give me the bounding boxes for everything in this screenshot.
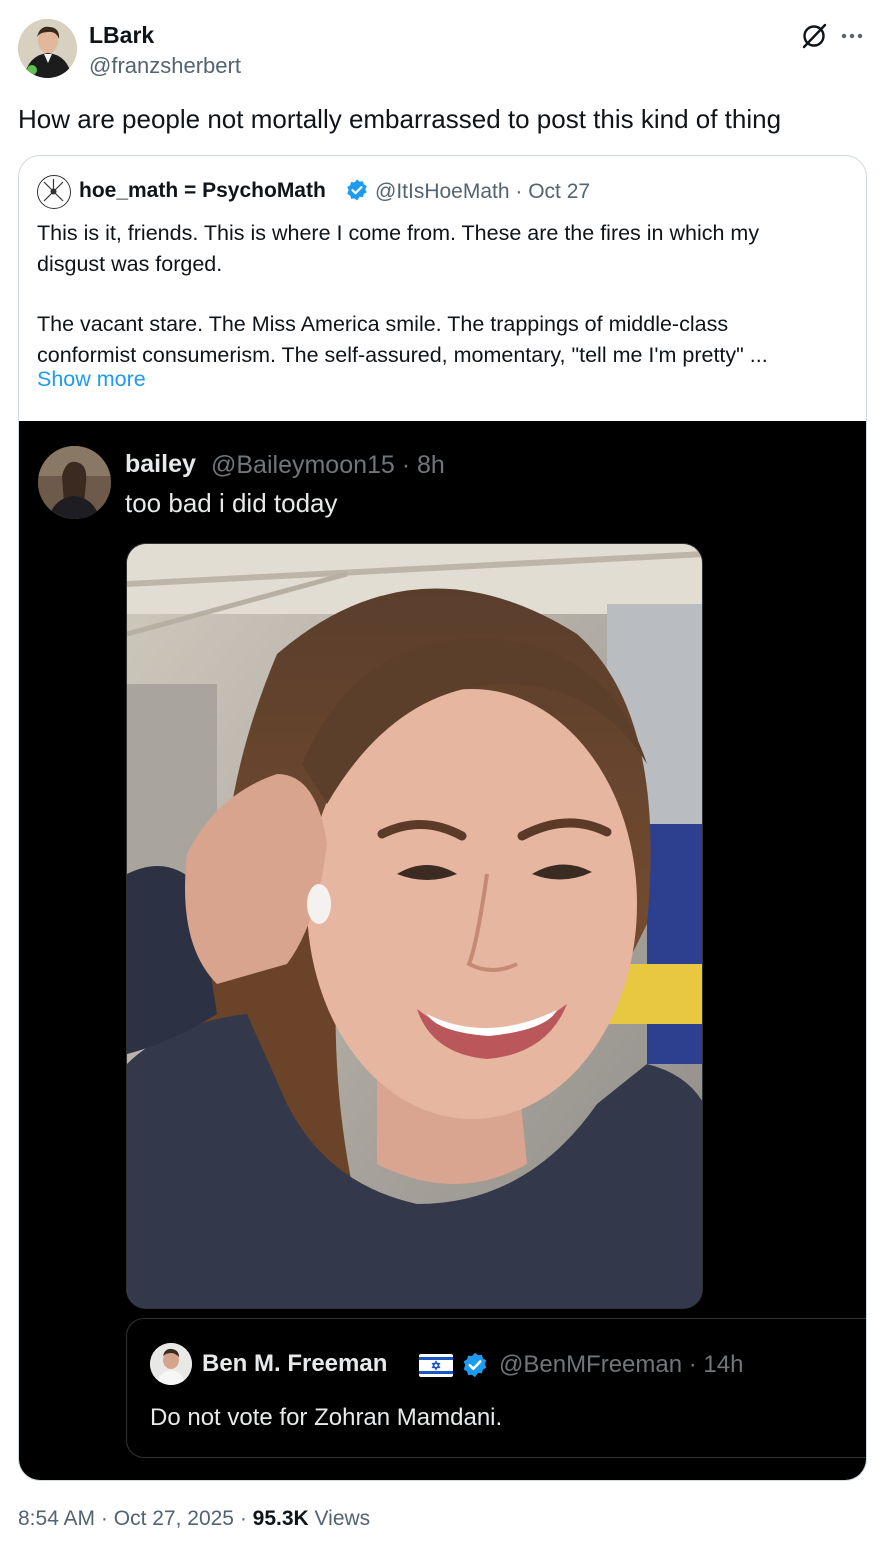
author-avatar-image [18,19,77,78]
tweet-time[interactable]: 8:54 AM [18,1507,95,1530]
tweet-metadata: 8:54 AM · Oct 27, 2025 · 95.3K Views [18,1507,370,1531]
inner-author-avatar [150,1343,192,1385]
quoted-tweet-body: This is it, friends. This is where I com… [37,218,837,370]
embed-inner-quote: Ben M. Freeman @BenMFreeman · 14h Do not… [126,1318,866,1458]
quoted-line-2: disgust was forged. [37,251,223,276]
embed-author-avatar [38,446,111,519]
tweet-text: How are people not mortally embarrassed … [18,104,782,134]
author-handle[interactable]: @franzsherbert [89,53,241,79]
quoted-media-screenshot[interactable]: bailey @Baileymoon15 · 8h too bad i did … [19,421,866,1480]
selfie-photo [126,543,703,1309]
embed-tweet-text: too bad i did today [125,488,338,518]
show-more-link[interactable]: Show more [37,367,146,392]
author-avatar[interactable] [18,19,77,78]
quoted-author-name[interactable]: hoe_math = PsychoMath [79,179,326,203]
views-label: Views [308,1507,371,1530]
quoted-author-avatar[interactable] [37,175,71,209]
inner-avatar-image [150,1343,192,1385]
inner-author-name: Ben M. Freeman [202,1350,388,1377]
quoted-handle-date[interactable]: @ItIsHoeMath · Oct 27 [375,180,590,204]
separator-dot: · [233,1507,253,1530]
quoted-line-4: conformist consumerism. The self-assured… [37,342,768,367]
more-dots-icon[interactable] [838,24,866,48]
israel-flag-icon [419,1354,453,1377]
quoted-line-3: The vacant stare. The Miss America smile… [37,312,729,336]
quoted-tweet-card[interactable]: hoe_math = PsychoMath @ItIsHoeMath · Oct… [18,155,867,1481]
embed-avatar-image [38,446,111,519]
embed-handle-time: @Baileymoon15 · 8h [211,451,445,479]
verified-badge-icon [347,179,367,201]
separator-dot: · [95,1507,114,1530]
embed-author-name: bailey [125,450,196,478]
verified-badge-icon [463,1352,487,1378]
tweet-date[interactable]: Oct 27, 2025 [114,1507,234,1530]
grok-slash-circle-icon[interactable] [800,22,828,50]
inner-tweet-text: Do not vote for Zohran Mamdani. [150,1404,503,1431]
views-count: 95.3K [252,1507,309,1530]
inner-handle-time: @BenMFreeman · 14h [499,1351,744,1378]
spider-avatar-icon [43,179,64,202]
selfie-photo-image [127,544,702,1308]
author-name[interactable]: LBark [89,22,154,49]
quoted-line-1: This is it, friends. This is where I com… [37,221,760,245]
